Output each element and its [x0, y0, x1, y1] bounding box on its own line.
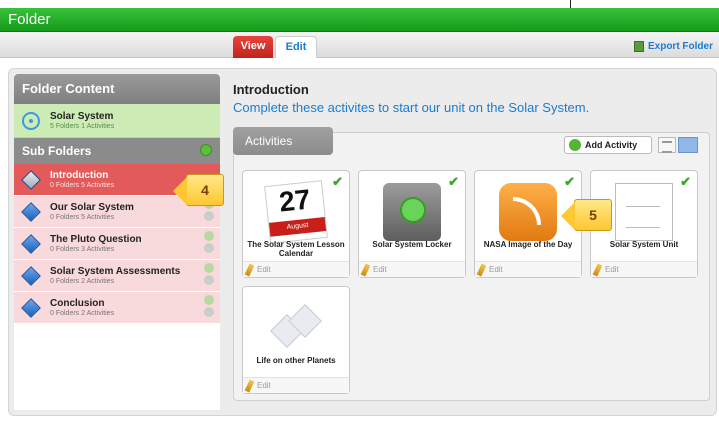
delete-icon[interactable] [204, 307, 214, 317]
add-subfolder-icon[interactable] [200, 144, 212, 156]
title-bar: Folder [0, 8, 719, 32]
checkmark-icon: ✔ [564, 174, 575, 189]
folder-diamond-icon [21, 169, 41, 190]
atom-icon [22, 111, 40, 130]
checkmark-icon: ✔ [448, 174, 459, 189]
folder-diamond-icon [21, 233, 41, 254]
window-title: Folder [8, 11, 51, 28]
tab-edit[interactable]: Edit [275, 36, 317, 58]
item-controls [204, 231, 214, 253]
activity-card-planets[interactable]: Life on other Planets Edit [242, 286, 350, 394]
delete-icon[interactable] [204, 211, 214, 221]
export-icon [633, 41, 644, 52]
card-edit-label: Edit [605, 265, 619, 274]
cursor-tick [570, 0, 571, 8]
callout-badge-4: 4 [173, 174, 224, 206]
card-footer[interactable]: Edit [243, 377, 349, 393]
checkmark-icon: ✔ [680, 174, 691, 189]
delete-icon[interactable] [204, 275, 214, 285]
checkmark-icon: ✔ [332, 174, 343, 189]
root-folder-title: Solar System [50, 111, 114, 122]
page-title: Introduction [233, 82, 309, 97]
card-label: Solar System Locker [372, 240, 452, 249]
card-label: Solar System Unit [609, 240, 679, 249]
item-controls [204, 263, 214, 285]
sidebar-item-count: 0 Folders 2 Activities [50, 310, 115, 317]
sidebar-item-label: Conclusion [50, 298, 105, 309]
calendar-icon: 27 August [264, 180, 328, 244]
sidebar-item-count: 0 Folders 3 Activities [50, 246, 115, 253]
sidebar-item-label: The Pluto Question [50, 234, 142, 245]
document-icon [615, 183, 673, 241]
card-edit-label: Edit [489, 265, 503, 274]
sidebar-item-label: Our Solar System [50, 202, 134, 213]
move-up-icon[interactable] [204, 263, 214, 273]
pencil-icon [244, 263, 255, 277]
card-edit-label: Edit [257, 265, 271, 274]
sidebar-item-label: Introduction [50, 170, 109, 181]
folder-diamond-icon [21, 297, 41, 318]
activity-card-calendar[interactable]: ✔ 27 August The Solar System Lesson Cale… [242, 170, 350, 278]
card-footer[interactable]: Edit [243, 261, 349, 277]
card-footer[interactable]: Edit [475, 261, 581, 277]
activity-card-locker[interactable]: ✔ Solar System Locker Edit [358, 170, 466, 278]
export-label: Export Folder [647, 41, 713, 52]
calendar-day: 27 [277, 183, 312, 218]
root-folder-subtitle: 5 Folders 1 Activities [50, 123, 115, 130]
callout-badge-5: 5 [561, 199, 612, 231]
add-activity-button[interactable]: Add Activity [564, 136, 652, 154]
delete-icon[interactable] [204, 243, 214, 253]
sidebar-item-assessments[interactable]: Solar System Assessments 0 Folders 2 Act… [14, 260, 220, 292]
shapes-icon [267, 299, 325, 357]
sidebar-item-pluto-question[interactable]: The Pluto Question 0 Folders 3 Activitie… [14, 228, 220, 260]
card-label: NASA Image of the Day [483, 240, 573, 249]
root-folder-item[interactable]: Solar System 5 Folders 1 Activities [14, 104, 220, 138]
tab-bar: View Edit Export Folder [0, 32, 719, 58]
list-view-icon[interactable] [658, 137, 676, 153]
locker-icon [383, 183, 441, 241]
item-controls [204, 295, 214, 317]
folder-diamond-icon [21, 201, 41, 222]
sidebar: Folder Content Solar System 5 Folders 1 … [14, 74, 220, 410]
card-label: The Solar System Lesson Calendar [247, 240, 345, 258]
sidebar-header: Folder Content [14, 74, 220, 104]
tab-view[interactable]: View [233, 36, 273, 58]
pencil-icon [592, 263, 603, 277]
move-up-icon[interactable] [204, 295, 214, 305]
page-description: Complete these activites to start our un… [233, 100, 590, 115]
export-folder-link[interactable]: Export Folder [633, 41, 713, 52]
sidebar-item-count: 0 Folders 5 Activities [50, 214, 115, 221]
pencil-icon [476, 263, 487, 277]
card-footer[interactable]: Edit [591, 261, 697, 277]
sidebar-item-count: 0 Folders 5 Activities [50, 182, 115, 189]
rss-icon [499, 183, 557, 241]
sidebar-item-conclusion[interactable]: Conclusion 0 Folders 2 Activities [14, 292, 220, 324]
card-footer[interactable]: Edit [359, 261, 465, 277]
sidebar-item-count: 0 Folders 2 Activities [50, 278, 115, 285]
activities-tab: Activities [233, 127, 333, 155]
folder-diamond-icon [21, 265, 41, 286]
pencil-icon [244, 379, 255, 393]
subfolders-title: Sub Folders [22, 144, 92, 158]
calendar-month: August [268, 217, 327, 237]
top-strip [0, 0, 719, 8]
move-up-icon[interactable] [204, 231, 214, 241]
card-label: Life on other Planets [256, 356, 336, 365]
card-edit-label: Edit [257, 381, 271, 390]
sidebar-item-label: Solar System Assessments [50, 266, 181, 277]
subfolders-header: Sub Folders [14, 138, 220, 164]
grid-view-icon[interactable] [678, 137, 698, 153]
card-edit-label: Edit [373, 265, 387, 274]
pencil-icon [360, 263, 371, 277]
